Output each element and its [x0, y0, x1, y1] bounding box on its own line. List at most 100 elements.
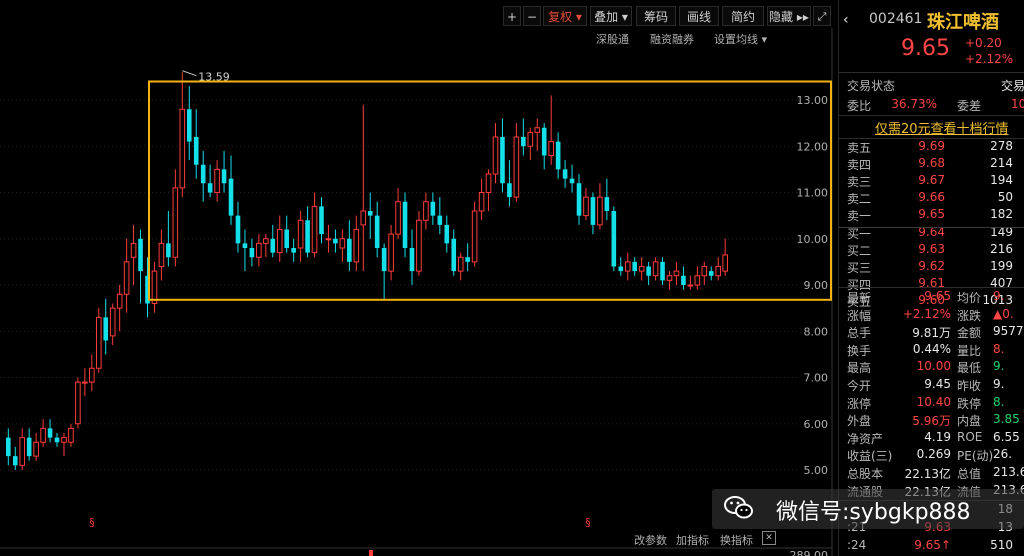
hide-button[interactable]: 隐藏 ▸▸: [767, 6, 811, 26]
chart-subbar: 深股通 融资融券 设置均线 ▾: [596, 31, 835, 47]
candle-body: [138, 238, 143, 272]
level-label: 卖五: [847, 141, 872, 155]
candle-body: [221, 169, 227, 184]
stat-label: 最高: [847, 361, 872, 376]
candle-body: [548, 141, 554, 156]
candle-body: [193, 137, 199, 165]
candle-body: [430, 201, 436, 216]
y-tick-label: 6.00: [804, 418, 829, 431]
y-tick-label: 12.00: [797, 140, 829, 153]
candle-body: [638, 266, 645, 272]
candle-body: [61, 437, 67, 443]
add-indicator-button[interactable]: 加指标: [676, 532, 709, 548]
weicha-label: 委差: [957, 99, 982, 113]
overlay-button[interactable]: 叠加 ▾: [590, 6, 632, 26]
candle-body: [228, 178, 234, 216]
volume-bar: [369, 550, 373, 556]
stat-label: 外盘: [847, 414, 872, 429]
candle-body: [673, 270, 680, 277]
zoom-out-button[interactable]: −: [523, 6, 541, 26]
trade-status-value: 交易: [1001, 79, 1024, 93]
simple-button[interactable]: 简约: [722, 6, 764, 26]
bid-level-row: 买二 9.63 216: [847, 242, 1024, 259]
candle-body: [444, 224, 450, 244]
ask-level-row: 卖一 9.65 182: [847, 207, 1024, 224]
stat-label-2: 内盘: [957, 414, 982, 429]
candle-body: [409, 248, 415, 272]
y-tick-label: 10.00: [797, 233, 829, 246]
ma-settings-dropdown[interactable]: 设置均线 ▾: [714, 31, 767, 47]
candle-body: [388, 233, 394, 272]
chart-area[interactable]: 13.00 12.00 11.00 10.00 9.00 8.00 7.00 6.00 5.00…: [0, 0, 835, 556]
stat-label-2: ROE: [957, 429, 983, 444]
weicha-value: 10: [1011, 97, 1024, 111]
fullscreen-icon[interactable]: ⤢: [813, 6, 831, 26]
stat-value: 0.269: [916, 447, 951, 462]
stat-value: 9.45: [924, 377, 951, 391]
stat-label-2: 量比: [957, 343, 982, 358]
stat-label-2: 均价: [957, 291, 982, 305]
candle-body: [186, 109, 192, 142]
candle-body: [646, 266, 651, 276]
candle-body: [416, 219, 422, 272]
stats-row: 总股本 22.13亿 总值 213.6: [847, 465, 1024, 482]
stat-label-2: 金额: [957, 326, 982, 341]
level-volume: 216: [990, 242, 1013, 256]
weibi-value: 36.73%: [891, 97, 937, 111]
chips-button[interactable]: 筹码: [636, 6, 676, 26]
kline-chart[interactable]: 13.00 12.00 11.00 10.00 9.00 8.00 7.00 6.00 5.00…: [0, 0, 835, 556]
bid-level-row: 买三 9.62 199: [847, 259, 1024, 276]
candle-body: [325, 238, 332, 241]
candle-body: [624, 261, 631, 272]
draw-line-button[interactable]: 画线: [679, 6, 719, 26]
level-price: 9.65: [918, 207, 945, 221]
last-price: 9.65: [901, 36, 950, 61]
candle-body: [333, 238, 338, 244]
edit-params-button[interactable]: 改参数: [634, 532, 667, 548]
candle-body: [597, 196, 603, 226]
candle-body: [471, 210, 478, 263]
dividend-marker: §: [89, 516, 95, 529]
candle-body: [632, 261, 637, 272]
level-volume: 50: [997, 190, 1013, 204]
ask-level-row: 卖五 9.69 278: [847, 139, 1024, 156]
candle-body: [130, 242, 137, 258]
candle-body: [604, 197, 610, 211]
candle-body: [583, 196, 589, 217]
stat-value: 9.81万: [912, 326, 951, 341]
stat-value-2: 213.6: [993, 465, 1024, 479]
candle-body: [687, 284, 694, 287]
stat-value-2: 8.: [993, 394, 1005, 409]
level-volume: 199: [990, 259, 1013, 273]
candle-body: [166, 243, 171, 258]
level-label: 卖四: [847, 158, 872, 172]
candle-body: [305, 220, 310, 253]
candle-body: [200, 164, 206, 184]
stat-label-2: 昨收: [957, 379, 982, 393]
candle-body: [270, 238, 276, 253]
hk-connect-link[interactable]: 深股通: [596, 31, 629, 47]
candle-body: [701, 266, 708, 277]
trade-row: :24 9.65↑ 510: [847, 538, 1024, 555]
adjust-button[interactable]: 复权 ▾: [543, 6, 587, 26]
stat-label-2: 总值: [957, 467, 982, 481]
volume-axis-label: 289.00: [790, 549, 829, 556]
collapse-icon[interactable]: ‹: [843, 12, 853, 30]
candle-body: [562, 169, 568, 179]
level-price: 9.68: [918, 156, 945, 170]
candle-body: [19, 437, 26, 466]
change-indicator-button[interactable]: 换指标: [720, 532, 753, 548]
candle-body: [123, 261, 130, 295]
y-tick-label: 13.00: [797, 94, 829, 107]
overlay-label: 叠加: [594, 10, 619, 24]
level2-promo-link[interactable]: 仅需20元查看十档行情: [875, 118, 1009, 137]
stats-row: 涨停 10.40 跌停 8.: [847, 395, 1024, 412]
zoom-in-button[interactable]: +: [503, 6, 521, 26]
close-icon[interactable]: ✕: [762, 531, 776, 545]
candle-body: [485, 173, 492, 193]
level-price: 9.69: [918, 139, 945, 153]
candle-body: [109, 307, 116, 337]
candle-body: [75, 381, 81, 425]
margin-trading-link[interactable]: 融资融券: [650, 31, 694, 47]
level-label: 卖三: [847, 175, 872, 189]
